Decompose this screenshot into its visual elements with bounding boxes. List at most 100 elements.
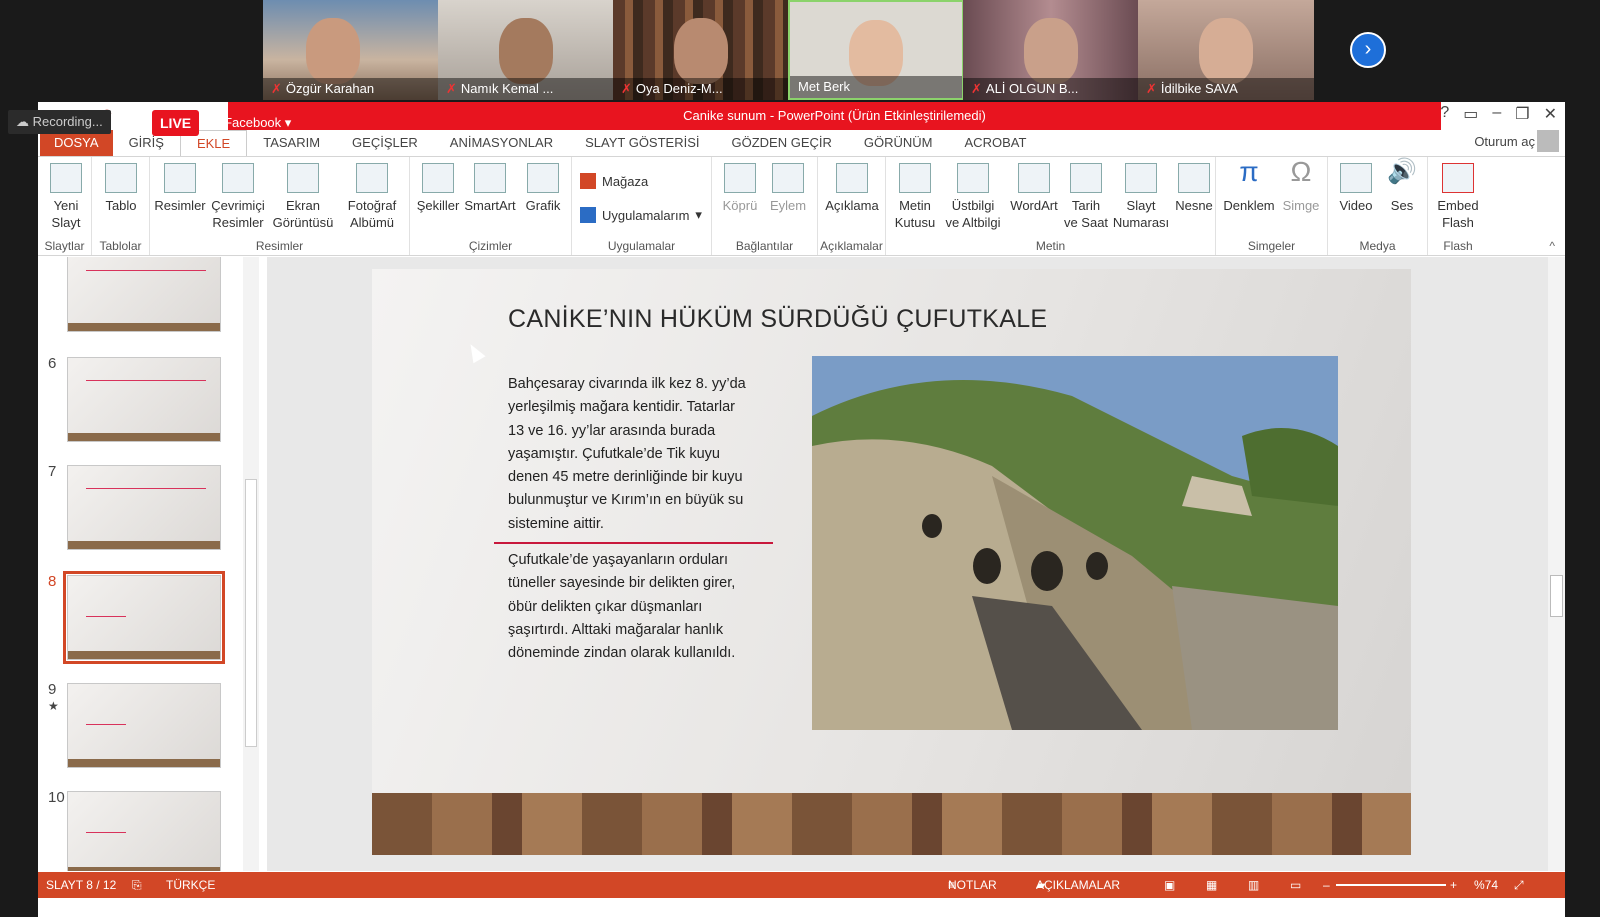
thumbnail-scrollbar[interactable] <box>243 257 259 871</box>
divider <box>494 542 773 544</box>
screenshot-button[interactable]: Ekran Görüntüsü <box>270 163 336 231</box>
normal-view-icon[interactable]: ▣ <box>1164 872 1175 898</box>
slide-body-text[interactable]: Bahçesaray civarında ilk kez 8. yy’da ye… <box>508 373 753 536</box>
action-button[interactable]: Eylem <box>766 163 810 214</box>
symbol-button[interactable]: Ω Simge <box>1278 158 1324 214</box>
smartart-button[interactable]: SmartArt <box>462 163 518 214</box>
slide-body-text-2[interactable]: Çufutkale’de yaşayanların orduları tünel… <box>508 549 753 665</box>
slide-thumbnail[interactable] <box>67 357 221 442</box>
tab-gecisler[interactable]: GEÇİŞLER <box>336 130 434 156</box>
slideshow-icon[interactable]: ▭ <box>1290 872 1301 898</box>
minimize-icon[interactable]: – <box>1492 104 1501 124</box>
pictures-button[interactable]: Resimler <box>154 163 206 214</box>
participant-name: Oya Deniz-M... <box>635 81 723 96</box>
cave-city-photo[interactable] <box>812 356 1338 730</box>
shapes-button[interactable]: Şekiller <box>414 163 462 214</box>
participant-tile[interactable]: ✗ ALİ OLGUN B... <box>963 0 1139 100</box>
participant-tile[interactable]: ✗ İdilbike SAVA <box>1138 0 1314 100</box>
calendar-icon <box>1070 163 1102 193</box>
sign-in-link[interactable]: Oturum aç <box>1474 134 1535 149</box>
slide-title[interactable]: CANİKE’NIN HÜKÜM SÜRDÜĞÜ ÇUFUTKALE <box>508 305 1047 334</box>
tab-animasyonlar[interactable]: ANİMASYONLAR <box>434 130 569 156</box>
chart-icon <box>527 163 559 193</box>
new-slide-icon <box>50 163 82 193</box>
online-picture-icon <box>222 163 254 193</box>
group-tablolar: Tablo Tablolar <box>92 157 150 255</box>
live-destination-dropdown[interactable]: on Facebook ▾ <box>200 110 297 136</box>
chart-button[interactable]: Grafik <box>520 163 566 214</box>
zoom-out-icon[interactable]: – <box>1323 872 1330 898</box>
comment-button[interactable]: Açıklama <box>822 163 882 214</box>
participant-tile[interactable]: ✗ Namık Kemal ... <box>438 0 614 100</box>
slide-scrollbar[interactable] <box>1548 257 1565 871</box>
group-aciklamalar: Açıklama Açıklamalar <box>818 157 886 255</box>
muted-mic-icon: ✗ <box>271 81 282 96</box>
slide-thumbnail[interactable] <box>67 465 221 550</box>
photo-album-icon <box>356 163 388 193</box>
header-footer-icon <box>957 163 989 193</box>
tab-acrobat[interactable]: ACROBAT <box>949 130 1043 156</box>
help-icon[interactable]: ? <box>1440 104 1449 124</box>
apps-icon <box>580 207 596 223</box>
tab-gozden-gecir[interactable]: GÖZDEN GEÇİR <box>716 130 848 156</box>
fit-slide-icon[interactable]: ⤢ <box>1514 872 1524 898</box>
avatar[interactable] <box>1537 130 1559 152</box>
table-button[interactable]: Tablo <box>100 163 142 214</box>
wordart-button[interactable]: WordArt <box>1006 163 1062 214</box>
date-time-button[interactable]: Tarih ve Saat <box>1062 163 1110 231</box>
slide-number-button[interactable]: Slayt Numarası <box>1110 163 1172 231</box>
caret-down-icon: ▾ <box>284 115 292 130</box>
embed-flash-button[interactable]: Embed Flash <box>1432 163 1484 231</box>
live-badge[interactable]: LIVE <box>152 110 200 136</box>
close-icon[interactable]: ✕ <box>1544 104 1557 124</box>
object-icon <box>1178 163 1210 193</box>
text-box-button[interactable]: Metin Kutusu <box>890 163 940 231</box>
new-slide-button[interactable]: Yeni Slayt <box>46 163 86 231</box>
recording-indicator[interactable]: ☁ Recording... <box>8 110 111 134</box>
camera-icon <box>287 163 319 193</box>
video-button[interactable]: Video <box>1332 163 1380 214</box>
group-baglantilar: Köprü Eylem Bağlantılar <box>712 157 818 255</box>
hyperlink-button[interactable]: Köprü <box>718 163 762 214</box>
cloud-icon: ☁ <box>16 114 33 129</box>
restore-icon[interactable]: ❐ <box>1515 104 1529 124</box>
participant-name: Özgür Karahan <box>285 81 375 96</box>
current-slide[interactable]: CANİKE’NIN HÜKÜM SÜRDÜĞÜ ÇUFUTKALE Bahçe… <box>372 269 1411 855</box>
slide-indicator[interactable]: SLAYT 8 / 12 <box>46 872 116 898</box>
online-pictures-button[interactable]: Çevrimiçi Resimler <box>208 163 268 231</box>
slide-number: 6 <box>48 355 57 372</box>
smartart-icon <box>474 163 506 193</box>
slide-thumbnail[interactable] <box>67 791 221 871</box>
ribbon-display-icon[interactable]: ▭ <box>1463 104 1478 124</box>
slide-thumbnail[interactable] <box>67 257 221 332</box>
powerpoint-window: ■ ▣ ↶ Canike sunum - PowerPoint (Ürün Et… <box>38 102 1565 917</box>
photo-album-button[interactable]: Fotoğraf Albümü <box>340 163 404 231</box>
zoom-level[interactable]: %74 <box>1474 872 1498 898</box>
tab-gorunum[interactable]: GÖRÜNÜM <box>848 130 949 156</box>
equation-button[interactable]: π Denklem <box>1220 158 1278 214</box>
my-apps-button[interactable]: Uygulamalarım ▾ <box>580 207 702 223</box>
slide-thumbnail[interactable] <box>67 683 221 768</box>
tab-slayt-gosterisi[interactable]: SLAYT GÖSTERİSİ <box>569 130 715 156</box>
zoom-slider[interactable] <box>1336 884 1446 886</box>
participant-name: Met Berk <box>798 79 851 94</box>
participant-tile[interactable]: ✗ Özgür Karahan <box>263 0 439 100</box>
header-footer-button[interactable]: Üstbilgi ve Altbilgi <box>940 163 1006 231</box>
wordart-icon <box>1018 163 1050 193</box>
window-controls: ? ▭ – ❐ ✕ <box>1440 104 1557 124</box>
object-button[interactable]: Nesne <box>1172 163 1216 214</box>
slide-thumbnail-selected[interactable] <box>63 571 225 664</box>
group-medya: Video 🔊 Ses Medya <box>1328 157 1428 255</box>
audio-button[interactable]: 🔊 Ses <box>1380 160 1424 214</box>
next-participants-button[interactable]: › <box>1350 32 1386 68</box>
language-indicator[interactable]: TÜRKÇE <box>166 872 215 898</box>
collapse-ribbon-icon[interactable]: ^ <box>1549 239 1555 253</box>
wooden-floor <box>372 793 1411 855</box>
zoom-in-icon[interactable]: + <box>1450 872 1457 898</box>
store-button[interactable]: Mağaza <box>580 173 648 189</box>
reading-view-icon[interactable]: ▥ <box>1248 872 1259 898</box>
participant-tile-active[interactable]: Met Berk <box>788 0 964 100</box>
participant-tile[interactable]: ✗ Oya Deniz-M... <box>613 0 789 100</box>
spellcheck-icon[interactable]: ⎘ <box>132 872 142 898</box>
slide-sorter-icon[interactable]: ▦ <box>1206 872 1217 898</box>
